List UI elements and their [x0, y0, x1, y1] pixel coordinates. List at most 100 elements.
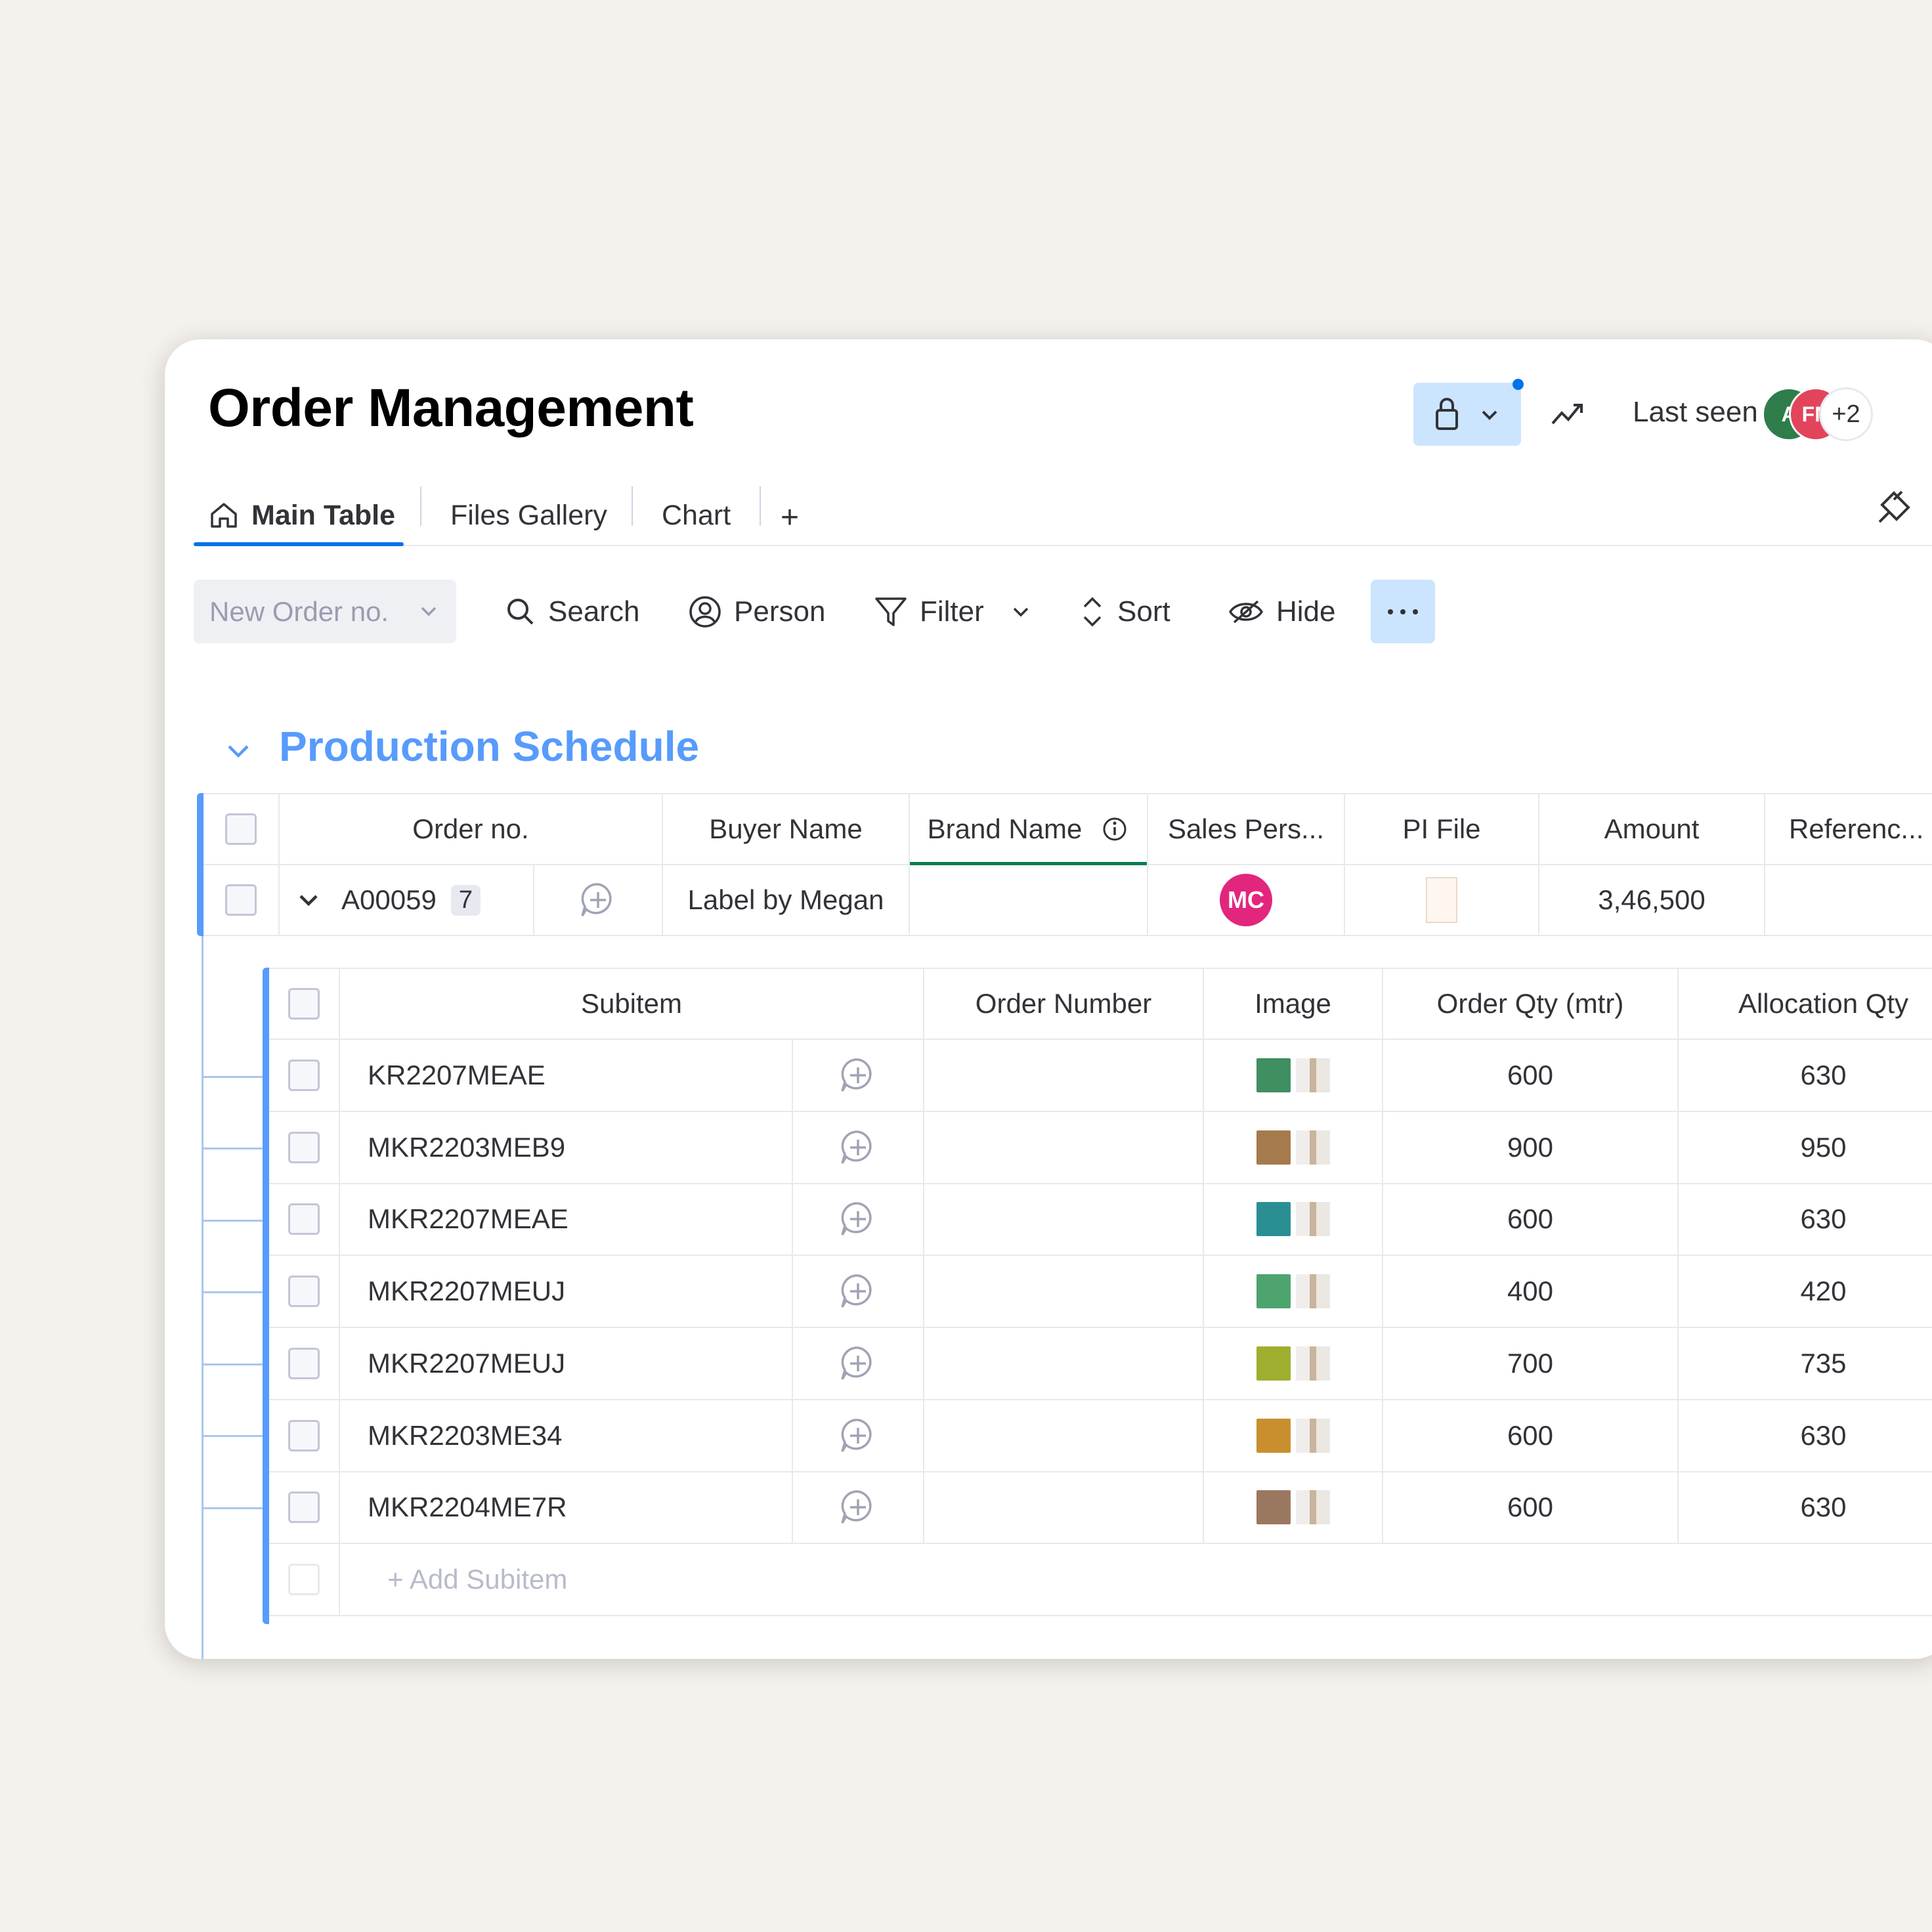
- subitem-updates-cell[interactable]: [793, 1040, 924, 1112]
- subitem-image-cell[interactable]: [1204, 1400, 1383, 1472]
- fabric-swatch-thumbnail[interactable]: [1256, 1274, 1291, 1308]
- column-header-image[interactable]: Image: [1204, 968, 1383, 1040]
- amount-cell[interactable]: 3,46,500: [1539, 865, 1765, 936]
- column-header-reference[interactable]: Referenc...: [1765, 793, 1932, 865]
- fabric-swatch-thumbnail[interactable]: [1256, 1058, 1291, 1092]
- add-view-button[interactable]: +: [781, 489, 799, 546]
- tab-chart[interactable]: Chart: [662, 487, 731, 544]
- subitem-order-number-cell[interactable]: [924, 1400, 1204, 1472]
- sort-button[interactable]: Sort: [1079, 580, 1170, 643]
- subitem-allocation-qty-cell[interactable]: 630: [1679, 1184, 1932, 1256]
- subitem-order-number-cell[interactable]: [924, 1472, 1204, 1544]
- expand-subitems-icon[interactable]: [295, 887, 322, 913]
- column-header-order-number[interactable]: Order Number: [924, 968, 1204, 1040]
- more-options-button[interactable]: [1371, 580, 1435, 643]
- subitem-name[interactable]: MKR2207MEAE: [340, 1184, 793, 1256]
- subitem-order-number-cell[interactable]: [924, 1256, 1204, 1328]
- subitem-image-cell[interactable]: [1204, 1184, 1383, 1256]
- column-header-amount[interactable]: Amount: [1539, 793, 1765, 865]
- subitem-allocation-qty-cell[interactable]: 420: [1679, 1256, 1932, 1328]
- subitem-checkbox[interactable]: [288, 1420, 320, 1451]
- fabric-photo-thumbnail[interactable]: [1295, 1274, 1330, 1308]
- column-header-brand-name[interactable]: Brand Name: [910, 793, 1148, 865]
- subitem-checkbox[interactable]: [288, 1060, 320, 1091]
- subitem-checkbox[interactable]: [288, 1276, 320, 1307]
- chevron-down-icon[interactable]: [1008, 599, 1034, 625]
- fabric-photo-thumbnail[interactable]: [1295, 1202, 1330, 1236]
- subitem-updates-cell[interactable]: [793, 1256, 924, 1328]
- new-item-button[interactable]: New Order no.: [194, 580, 456, 643]
- collapse-group-icon[interactable]: [223, 741, 254, 762]
- subitem-updates-cell[interactable]: [793, 1472, 924, 1544]
- fabric-photo-thumbnail[interactable]: [1295, 1346, 1330, 1381]
- select-all-checkbox[interactable]: [225, 813, 257, 845]
- info-icon[interactable]: [1100, 815, 1129, 844]
- subitem-order-qty-cell[interactable]: 900: [1383, 1112, 1679, 1184]
- pi-file-cell[interactable]: [1345, 865, 1539, 936]
- subitem-name[interactable]: MKR2203ME34: [340, 1400, 793, 1472]
- group-title[interactable]: Production Schedule: [279, 722, 699, 771]
- subitem-image-cell[interactable]: [1204, 1112, 1383, 1184]
- person-avatar[interactable]: MC: [1220, 874, 1272, 926]
- subitem-name[interactable]: MKR2203MEB9: [340, 1112, 793, 1184]
- subitem-order-number-cell[interactable]: [924, 1040, 1204, 1112]
- item-name-cell[interactable]: A00059 7: [280, 865, 534, 936]
- subitem-order-qty-cell[interactable]: 700: [1383, 1328, 1679, 1400]
- subitem-updates-cell[interactable]: [793, 1328, 924, 1400]
- subitem-count-badge[interactable]: 7: [450, 884, 481, 916]
- column-header-order-qty[interactable]: Order Qty (mtr): [1383, 968, 1679, 1040]
- select-all-checkbox[interactable]: [288, 988, 320, 1020]
- subitem-checkbox[interactable]: [288, 1132, 320, 1163]
- file-thumbnail[interactable]: [1426, 877, 1457, 923]
- subitem-order-qty-cell[interactable]: 600: [1383, 1040, 1679, 1112]
- subitem-updates-cell[interactable]: [793, 1184, 924, 1256]
- fabric-photo-thumbnail[interactable]: [1295, 1419, 1330, 1453]
- subitem-name[interactable]: MKR2204ME7R: [340, 1472, 793, 1544]
- subitem-allocation-qty-cell[interactable]: 735: [1679, 1328, 1932, 1400]
- fabric-swatch-thumbnail[interactable]: [1256, 1202, 1291, 1236]
- subitem-image-cell[interactable]: [1204, 1328, 1383, 1400]
- more-users-avatar[interactable]: +2: [1819, 387, 1873, 441]
- column-header-order-no[interactable]: Order no.: [280, 793, 663, 865]
- subitem-name[interactable]: MKR2207MEUJ: [340, 1256, 793, 1328]
- subitem-allocation-qty-cell[interactable]: 630: [1679, 1472, 1932, 1544]
- subitem-order-qty-cell[interactable]: 600: [1383, 1184, 1679, 1256]
- fabric-swatch-thumbnail[interactable]: [1256, 1130, 1291, 1165]
- subitem-checkbox[interactable]: [288, 1492, 320, 1523]
- subitem-allocation-qty-cell[interactable]: 630: [1679, 1040, 1932, 1112]
- column-header-subitem[interactable]: Subitem: [340, 968, 924, 1040]
- buyer-name-cell[interactable]: Label by Megan: [663, 865, 910, 936]
- subitem-updates-cell[interactable]: [793, 1400, 924, 1472]
- reference-cell[interactable]: [1765, 865, 1932, 936]
- subitem-checkbox[interactable]: [288, 1348, 320, 1379]
- filter-button[interactable]: Filter: [874, 580, 1034, 643]
- board-permissions-button[interactable]: [1413, 379, 1524, 446]
- subitem-name[interactable]: MKR2207MEUJ: [340, 1328, 793, 1400]
- column-header-buyer-name[interactable]: Buyer Name: [663, 793, 910, 865]
- activity-icon[interactable]: [1550, 397, 1587, 430]
- subitem-updates-cell[interactable]: [793, 1112, 924, 1184]
- subitem-order-number-cell[interactable]: [924, 1328, 1204, 1400]
- integrations-icon[interactable]: [1874, 488, 1914, 527]
- brand-name-cell[interactable]: [910, 865, 1148, 936]
- subitem-allocation-qty-cell[interactable]: 630: [1679, 1400, 1932, 1472]
- subitem-checkbox[interactable]: [288, 1203, 320, 1235]
- column-header-sales-person[interactable]: Sales Pers...: [1148, 793, 1345, 865]
- search-button[interactable]: Search: [505, 580, 639, 643]
- fabric-swatch-thumbnail[interactable]: [1256, 1419, 1291, 1453]
- tab-main-table[interactable]: Main Table: [208, 487, 395, 544]
- subitem-name[interactable]: KR2207MEAE: [340, 1040, 793, 1112]
- hide-button[interactable]: Hide: [1228, 580, 1336, 643]
- fabric-swatch-thumbnail[interactable]: [1256, 1346, 1291, 1381]
- fabric-photo-thumbnail[interactable]: [1295, 1490, 1330, 1524]
- subitem-allocation-qty-cell[interactable]: 950: [1679, 1112, 1932, 1184]
- subitem-order-number-cell[interactable]: [924, 1112, 1204, 1184]
- subitem-order-qty-cell[interactable]: 600: [1383, 1472, 1679, 1544]
- item-updates-cell[interactable]: [534, 865, 663, 936]
- column-header-pi-file[interactable]: PI File: [1345, 793, 1539, 865]
- sales-person-cell[interactable]: MC: [1148, 865, 1345, 936]
- subitem-image-cell[interactable]: [1204, 1256, 1383, 1328]
- chevron-down-icon[interactable]: [418, 601, 439, 622]
- subitem-order-qty-cell[interactable]: 400: [1383, 1256, 1679, 1328]
- subitem-image-cell[interactable]: [1204, 1040, 1383, 1112]
